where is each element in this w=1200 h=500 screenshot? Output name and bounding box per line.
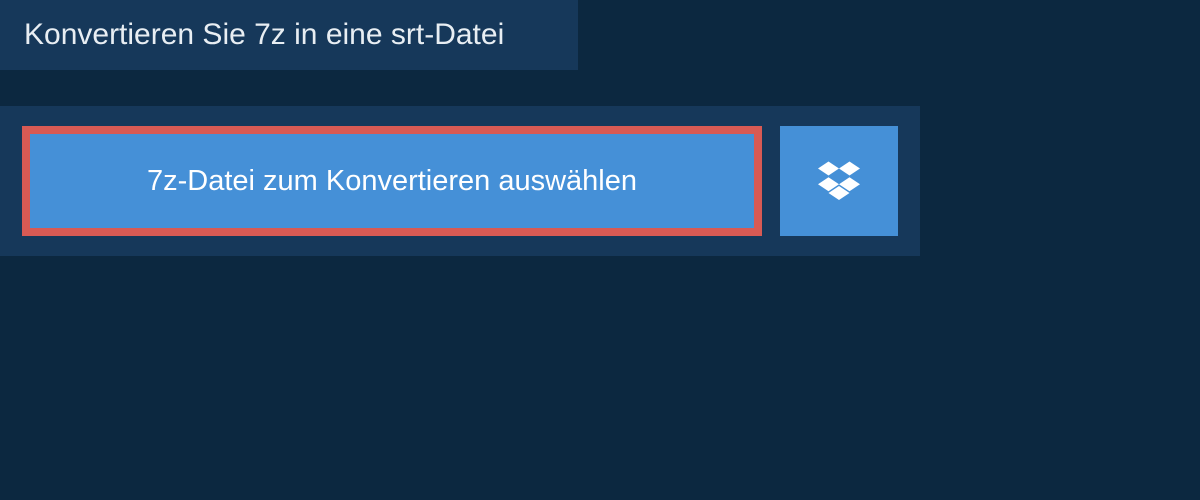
title-bar: Konvertieren Sie 7z in eine srt-Datei (0, 0, 578, 70)
dropbox-button[interactable] (780, 126, 898, 236)
converter-panel: 7z-Datei zum Konvertieren auswählen (0, 106, 920, 256)
select-file-label: 7z-Datei zum Konvertieren auswählen (147, 165, 637, 198)
dropbox-icon (818, 158, 860, 205)
select-file-button[interactable]: 7z-Datei zum Konvertieren auswählen (22, 126, 762, 236)
page-title: Konvertieren Sie 7z in eine srt-Datei (24, 18, 554, 52)
